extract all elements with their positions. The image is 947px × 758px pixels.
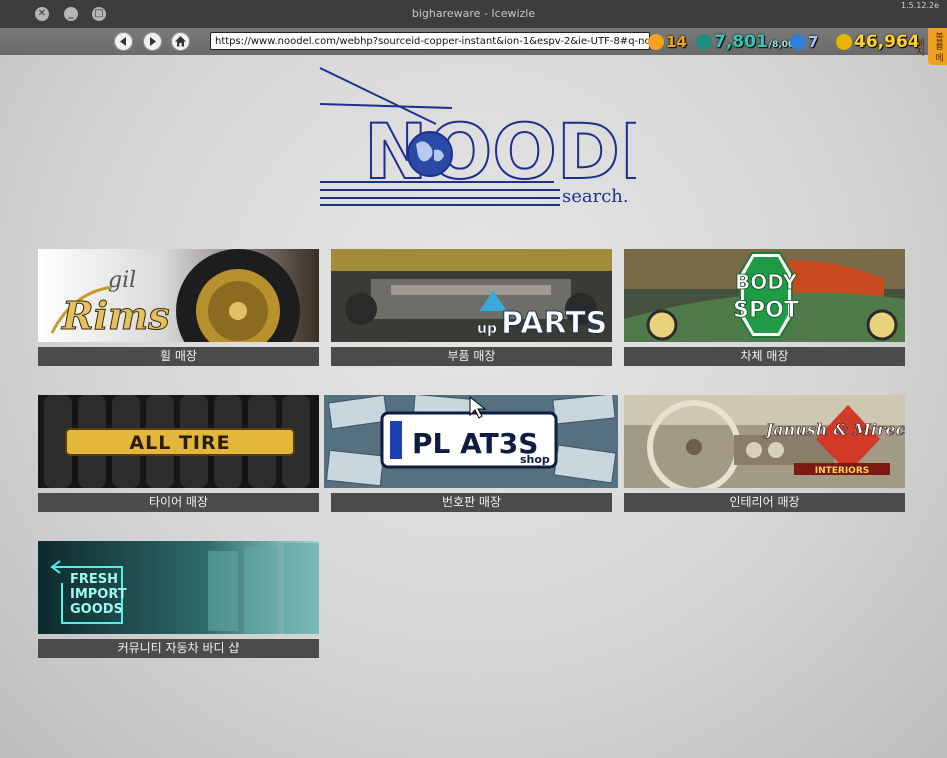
- side-message-tab[interactable]: 볼륨 메세지: [914, 28, 947, 65]
- reputation-indicator: 7: [790, 31, 818, 53]
- tire-shop-banner[interactable]: ALL TIRE: [38, 395, 319, 488]
- energy-indicator: 7,801 /8,000: [696, 31, 801, 53]
- level-icon: [648, 34, 664, 50]
- plate-shop-banner[interactable]: PL AT3S shop: [324, 395, 618, 488]
- tire-shop-label[interactable]: 타이어 매장: [38, 493, 319, 512]
- body-shop-banner[interactable]: BODY SPOT: [624, 249, 905, 342]
- coin-icon: [836, 34, 852, 50]
- level-value: 14: [666, 33, 687, 51]
- logo-text: NOODEL: [364, 107, 636, 196]
- wheel-shop-logo-small: gil: [108, 268, 136, 293]
- reputation-value: 7: [808, 33, 819, 51]
- interior-shop-banner[interactable]: Janush & Mireck's INTERIORS: [624, 395, 905, 488]
- parts-shop-logo-text: PARTS: [501, 306, 607, 341]
- parts-shop-label[interactable]: 부품 매장: [331, 347, 612, 366]
- level-indicator: 14: [648, 31, 687, 53]
- home-icon: [175, 36, 186, 47]
- forward-button[interactable]: [143, 32, 162, 51]
- plate-shop-logo-small: shop: [520, 453, 550, 466]
- community-shop-label[interactable]: 커뮤니티 자동차 바디 샵: [38, 639, 319, 658]
- parts-shop-banner[interactable]: up PARTS: [331, 249, 612, 342]
- wheel-shop-label[interactable]: 휠 매장: [38, 347, 319, 366]
- body-shop-logo-small: SPOT: [733, 298, 799, 323]
- version-label: 1.5.12.2e: [901, 1, 939, 10]
- wheel-shop-logo-text: Rims: [61, 293, 170, 338]
- money-indicator: 46,964: [836, 31, 920, 53]
- interior-shop-label[interactable]: 인테리어 매장: [624, 493, 905, 512]
- window-title: bighareware - Icewizle: [411, 7, 536, 20]
- noodel-logo: NOODEL search.: [316, 64, 721, 213]
- back-button[interactable]: [114, 32, 133, 51]
- body-shop-logo-text: BODY: [735, 270, 797, 294]
- back-arrow-icon: [120, 37, 126, 46]
- address-bar[interactable]: https://www.noodel.com/webhp?sourceid-co…: [210, 32, 650, 50]
- home-button[interactable]: [171, 32, 190, 51]
- wheel-shop-banner[interactable]: Rims gil: [38, 249, 319, 342]
- community-shop-banner[interactable]: FRESH IMPORT GOODS: [38, 541, 319, 634]
- energy-icon: [696, 34, 712, 50]
- energy-value: 7,801: [714, 32, 768, 52]
- title-bar: ✕ _ □ bighareware - Icewizle 1.5.12.2e: [0, 0, 947, 28]
- interior-shop-logo-small: INTERIORS: [815, 466, 870, 476]
- plate-shop-label[interactable]: 번호판 매장: [331, 493, 612, 512]
- reputation-icon: [790, 34, 806, 50]
- parts-shop-logo-small: up: [477, 321, 497, 337]
- tire-shop-logo-text: ALL TIRE: [129, 432, 230, 454]
- logo-subtext: search.: [562, 186, 629, 207]
- forward-arrow-icon: [150, 37, 156, 46]
- body-shop-label[interactable]: 차체 매장: [624, 347, 905, 366]
- interior-shop-logo-text: Janush & Mireck's: [763, 420, 905, 439]
